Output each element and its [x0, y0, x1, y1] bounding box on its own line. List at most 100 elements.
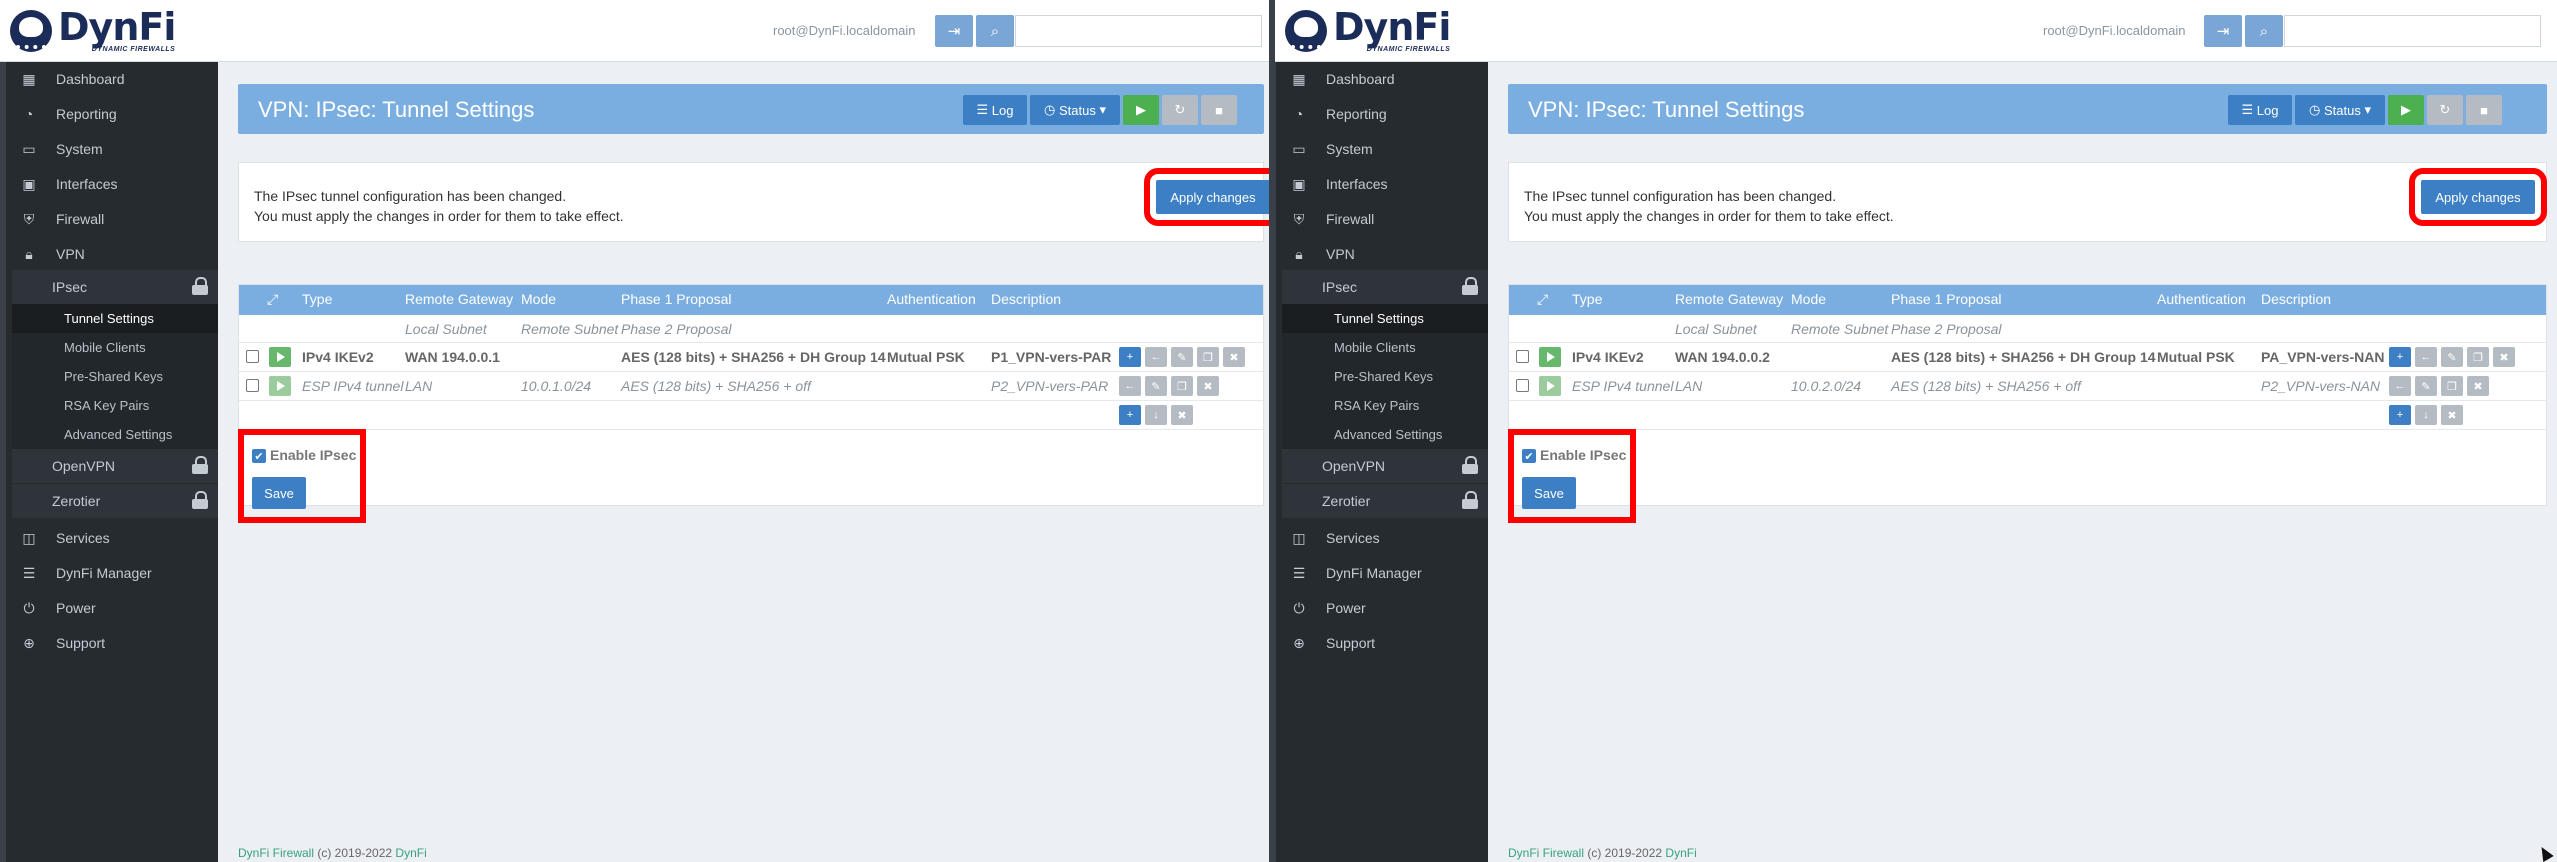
- move-down-button[interactable]: ↓: [1145, 405, 1167, 425]
- edit-button[interactable]: ✎: [1145, 376, 1167, 396]
- user-label: root@DynFi.localdomain: [773, 23, 916, 38]
- delete-button[interactable]: ✖: [2467, 376, 2489, 396]
- sidebar-item-rsa-key-pairs[interactable]: RSA Key Pairs: [12, 391, 218, 420]
- start-service-button[interactable]: ▶: [1123, 95, 1159, 125]
- move-button[interactable]: ←: [2389, 376, 2411, 396]
- expand-icon[interactable]: ⤢: [267, 291, 278, 308]
- sidebar-item-power[interactable]: ⏻ Power: [1282, 591, 1488, 625]
- delete-selected-button[interactable]: ✖: [2441, 405, 2463, 425]
- move-button[interactable]: ←: [2415, 347, 2437, 367]
- restart-service-button[interactable]: ↻: [2427, 95, 2463, 125]
- search-input[interactable]: [1015, 15, 1262, 47]
- save-button[interactable]: Save: [252, 477, 306, 509]
- delete-button[interactable]: ✖: [2493, 347, 2515, 367]
- dynfi-logo[interactable]: DynFi DYNAMIC FIREWALLS: [1285, 8, 1451, 53]
- sidebar-item-mobile-clients[interactable]: Mobile Clients: [1282, 333, 1488, 362]
- start-service-button[interactable]: ▶: [2388, 95, 2424, 125]
- sidebar-item-pre-shared-keys[interactable]: Pre-Shared Keys: [12, 362, 218, 391]
- play-icon[interactable]: [269, 376, 291, 396]
- row-checkbox[interactable]: [246, 350, 259, 363]
- sidebar-item-tunnel-settings[interactable]: Tunnel Settings: [12, 304, 218, 333]
- sidebar-item-firewall[interactable]: ⛨ Firewall: [12, 202, 218, 236]
- sidebar-item-pre-shared-keys[interactable]: Pre-Shared Keys: [1282, 362, 1488, 391]
- sidebar-item-openvpn[interactable]: OpenVPN: [1282, 449, 1488, 483]
- page-title: VPN: IPsec: Tunnel Settings: [258, 97, 535, 122]
- move-button[interactable]: ←: [1145, 347, 1167, 367]
- lock-icon: [192, 491, 208, 509]
- sidebar-item-support[interactable]: ⊕ Support: [12, 626, 218, 660]
- sidebar-item-advanced-settings[interactable]: Advanced Settings: [12, 420, 218, 449]
- sidebar-item-support[interactable]: ⊕ Support: [1282, 626, 1488, 660]
- play-icon[interactable]: [269, 347, 291, 367]
- play-icon[interactable]: [1539, 347, 1561, 367]
- dynfi-logo[interactable]: DynFi DYNAMIC FIREWALLS: [10, 8, 176, 53]
- row-checkbox[interactable]: [1516, 350, 1529, 363]
- sidebar-item-zerotier[interactable]: Zerotier: [1282, 484, 1488, 518]
- apply-changes-button[interactable]: Apply changes: [1144, 168, 1269, 226]
- sidebar-item-services[interactable]: ◫ Services: [12, 521, 218, 555]
- sidebar-item-reporting[interactable]: ◔ Reporting: [12, 97, 218, 131]
- sidebar-item-zerotier[interactable]: Zerotier: [12, 484, 218, 518]
- sidebar-item-firewall[interactable]: ⛨ Firewall: [1282, 202, 1488, 236]
- sidebar-item-advanced-settings[interactable]: Advanced Settings: [1282, 420, 1488, 449]
- status-dropdown[interactable]: ◷ Status ▾: [2295, 95, 2385, 125]
- page-title: VPN: IPsec: Tunnel Settings: [1528, 97, 1805, 122]
- play-icon[interactable]: [1539, 376, 1561, 396]
- sidebar-item-tunnel-settings[interactable]: Tunnel Settings: [1282, 304, 1488, 333]
- copy-button[interactable]: ❐: [1171, 376, 1193, 396]
- sidebar-item-dynfi-manager[interactable]: ☰ DynFi Manager: [12, 556, 218, 590]
- move-button[interactable]: ←: [1119, 376, 1141, 396]
- row-checkbox[interactable]: [1516, 379, 1529, 392]
- sidebar-item-ipsec[interactable]: IPsec: [12, 270, 218, 304]
- sidebar-item-mobile-clients[interactable]: Mobile Clients: [12, 333, 218, 362]
- delete-button[interactable]: ✖: [1223, 347, 1245, 367]
- copy-button[interactable]: ❐: [2467, 347, 2489, 367]
- edit-button[interactable]: ✎: [2415, 376, 2437, 396]
- apply-changes-button[interactable]: Apply changes: [2409, 168, 2547, 226]
- sidebar-item-system[interactable]: ▭ System: [12, 132, 218, 166]
- enable-ipsec-checkbox[interactable]: ✔: [1522, 449, 1536, 463]
- top-header: DynFi DYNAMIC FIREWALLS root@DynFi.local…: [0, 0, 1269, 62]
- row-checkbox[interactable]: [246, 379, 259, 392]
- log-button[interactable]: ☰ Log: [2228, 95, 2292, 125]
- services-icon: ◫: [22, 529, 36, 546]
- sidebar-item-vpn[interactable]: 🔒︎ VPN: [12, 237, 218, 271]
- delete-button[interactable]: ✖: [1197, 376, 1219, 396]
- expand-icon[interactable]: ⤢: [1537, 291, 1548, 308]
- sidebar-item-interfaces[interactable]: ▣ Interfaces: [12, 167, 218, 201]
- sidebar-item-dynfi-manager[interactable]: ☰ DynFi Manager: [1282, 556, 1488, 590]
- copy-button[interactable]: ❐: [1197, 347, 1219, 367]
- sidebar-item-interfaces[interactable]: ▣ Interfaces: [1282, 167, 1488, 201]
- stop-service-button[interactable]: ■: [1201, 95, 1237, 125]
- add-phase2-button[interactable]: +: [2389, 347, 2411, 367]
- sidebar-item-vpn[interactable]: 🔒︎ VPN: [1282, 237, 1488, 271]
- copy-button[interactable]: ❐: [2441, 376, 2463, 396]
- status-dropdown[interactable]: ◷ Status ▾: [1030, 95, 1120, 125]
- sidebar-item-openvpn[interactable]: OpenVPN: [12, 449, 218, 483]
- sidebar-item-services[interactable]: ◫ Services: [1282, 521, 1488, 555]
- restart-service-button[interactable]: ↻: [1162, 95, 1198, 125]
- add-phase2-button[interactable]: +: [1119, 347, 1141, 367]
- logout-button[interactable]: ⇥: [2204, 15, 2242, 47]
- search-input[interactable]: [2284, 15, 2541, 47]
- edit-button[interactable]: ✎: [2441, 347, 2463, 367]
- add-phase1-button[interactable]: +: [1119, 405, 1141, 425]
- sidebar-item-dashboard[interactable]: ▦ Dashboard: [1282, 62, 1488, 96]
- sidebar-item-power[interactable]: ⏻ Power: [12, 591, 218, 625]
- stop-service-button[interactable]: ■: [2466, 95, 2502, 125]
- sidebar-item-dashboard[interactable]: ▦ Dashboard: [12, 62, 218, 96]
- save-button[interactable]: Save: [1522, 477, 1576, 509]
- logout-button[interactable]: ⇥: [935, 15, 973, 47]
- search-button[interactable]: ⌕: [976, 15, 1014, 47]
- add-phase1-button[interactable]: +: [2389, 405, 2411, 425]
- sidebar-item-system[interactable]: ▭ System: [1282, 132, 1488, 166]
- search-button[interactable]: ⌕: [2245, 15, 2283, 47]
- log-button[interactable]: ☰ Log: [963, 95, 1027, 125]
- sidebar-item-ipsec[interactable]: IPsec: [1282, 270, 1488, 304]
- edit-button[interactable]: ✎: [1171, 347, 1193, 367]
- move-down-button[interactable]: ↓: [2415, 405, 2437, 425]
- enable-ipsec-checkbox[interactable]: ✔: [252, 449, 266, 463]
- sidebar-item-rsa-key-pairs[interactable]: RSA Key Pairs: [1282, 391, 1488, 420]
- sidebar-item-reporting[interactable]: ◔ Reporting: [1282, 97, 1488, 131]
- delete-selected-button[interactable]: ✖: [1171, 405, 1193, 425]
